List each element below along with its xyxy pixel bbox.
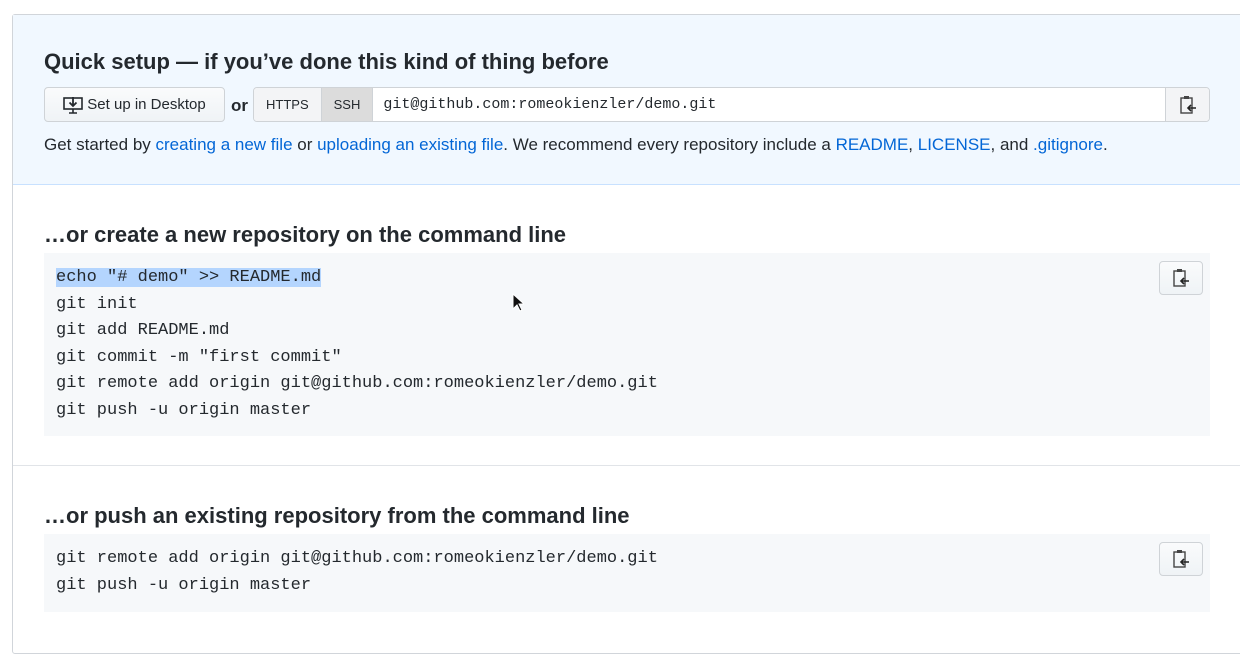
setup-desktop-button[interactable]: Set up in Desktop	[44, 87, 225, 122]
code-line: git remote add origin git@github.com:rom…	[56, 549, 658, 568]
copy-new-repo-button[interactable]	[1159, 261, 1203, 295]
code-line: git push -u origin master	[56, 575, 312, 595]
desc-text: . We recommend every repository include …	[503, 135, 836, 154]
quick-setup-section: Quick setup — if you’ve done this kind o…	[13, 15, 1240, 185]
code-line: git push -u origin master	[56, 400, 312, 420]
desc-text: , and	[990, 135, 1034, 154]
or-label: or	[231, 96, 248, 115]
clipboard-icon	[1179, 95, 1196, 114]
https-tab[interactable]: HTTPS	[254, 88, 322, 121]
setup-desktop-label: Set up in Desktop	[87, 96, 206, 113]
desc-text: ,	[908, 135, 918, 154]
create-file-link[interactable]: creating a new file	[156, 135, 293, 154]
code-line: echo "# demo" >> README.md	[56, 268, 322, 287]
new-repo-code[interactable]: echo "# demo" >> README.md git init git …	[44, 253, 1210, 436]
copy-url-button[interactable]	[1165, 88, 1209, 121]
code-line: git init	[56, 294, 138, 314]
readme-link[interactable]: README	[836, 135, 909, 154]
code-line: git remote add origin git@github.com:rom…	[56, 374, 658, 393]
quick-setup-panel: Quick setup — if you’ve done this kind o…	[12, 14, 1240, 654]
upload-file-link[interactable]: uploading an existing file	[317, 135, 503, 154]
new-repo-title: …or create a new repository on the comma…	[44, 222, 567, 247]
license-link[interactable]: LICENSE	[918, 135, 991, 154]
desc-text: .	[1102, 135, 1108, 154]
push-repo-code[interactable]: git remote add origin git@github.com:rom…	[44, 534, 1210, 612]
clone-url-group: HTTPS SSH git@github.com:romeokienzler/d…	[253, 87, 1210, 122]
clone-url-input[interactable]: git@github.com:romeokienzler/demo.git	[373, 88, 1165, 121]
gitignore-link[interactable]: .gitignore	[1033, 135, 1103, 154]
quick-setup-title: Quick setup — if you’ve done this kind o…	[44, 49, 609, 74]
push-repo-title: …or push an existing repository from the…	[44, 503, 630, 528]
code-line: git commit -m "first commit"	[56, 347, 342, 367]
code-line: git add README.md	[56, 321, 230, 340]
desktop-download-icon	[63, 96, 84, 114]
clipboard-icon	[1173, 550, 1189, 568]
desc-text: Get started by	[44, 135, 156, 154]
section-divider	[13, 465, 1240, 466]
clipboard-icon	[1173, 269, 1189, 287]
copy-push-repo-button[interactable]	[1159, 542, 1203, 576]
setup-description: Get started by creating a new file or up…	[44, 135, 1108, 155]
mouse-cursor-icon	[512, 293, 524, 312]
ssh-tab[interactable]: SSH	[321, 88, 374, 121]
desc-text: or	[292, 135, 318, 154]
